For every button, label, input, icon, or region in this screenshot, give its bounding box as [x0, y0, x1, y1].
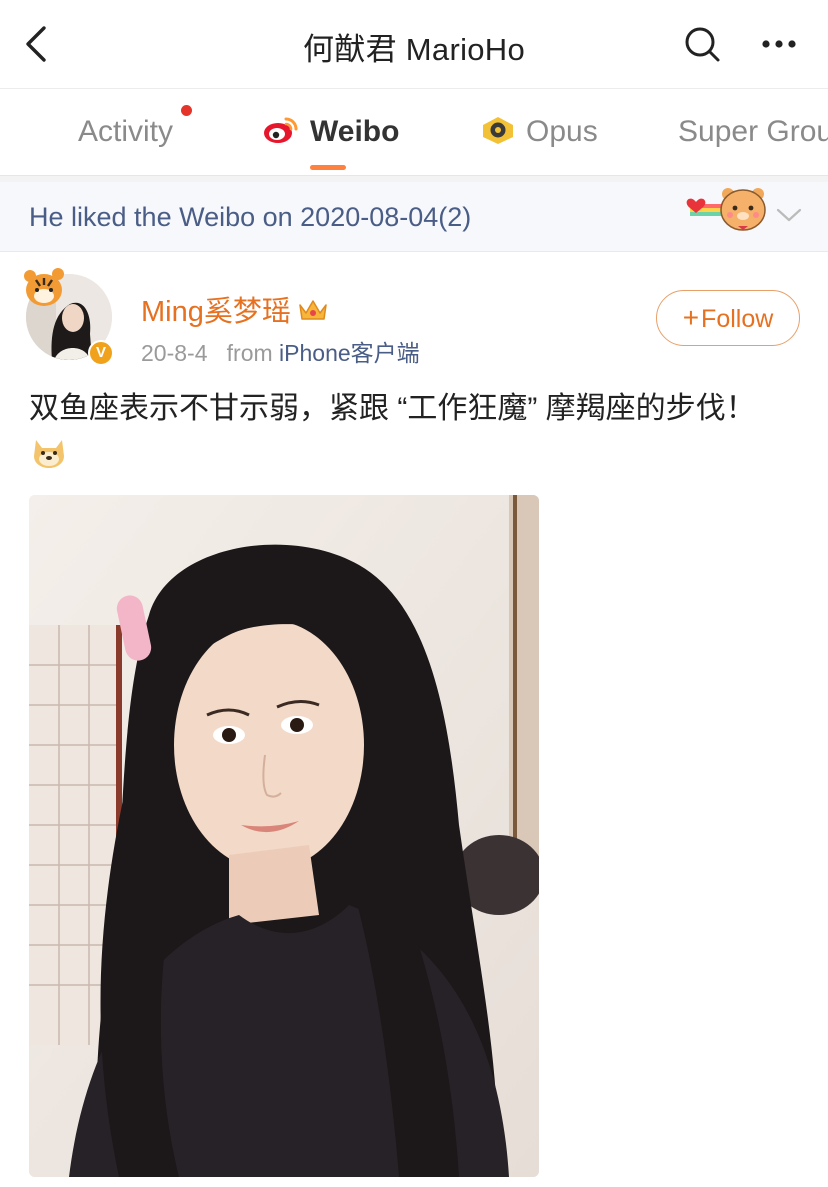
- weibo-logo-icon: [264, 117, 298, 144]
- chevron-down-icon[interactable]: [774, 204, 804, 226]
- search-icon: [685, 27, 720, 62]
- crown-icon: [299, 300, 327, 321]
- post-date: 20-8-4: [141, 340, 208, 366]
- tab-weibo-label: Weibo: [310, 115, 400, 148]
- search-button[interactable]: [680, 22, 724, 66]
- author-name[interactable]: Ming奚梦瑶: [141, 288, 329, 330]
- active-tab-indicator: [310, 165, 346, 170]
- verified-badge: V: [88, 340, 114, 366]
- opus-icon: [483, 117, 513, 145]
- tab-weibo[interactable]: Weibo: [262, 115, 399, 149]
- tab-activity-label: Activity: [78, 115, 174, 148]
- top-bar: 何猷君 MarioHo: [0, 0, 828, 88]
- tab-activity[interactable]: Activity: [78, 115, 173, 149]
- post-text: 双鱼座表示不甘示弱，紧跟 “工作狂魔” 摩羯座的步伐！: [29, 392, 756, 425]
- more-button[interactable]: [756, 22, 804, 66]
- plus-icon: +: [682, 302, 700, 333]
- tiger-frame-icon: [24, 268, 64, 306]
- doge-emoji-icon: [34, 440, 64, 468]
- author-name-text: Ming奚梦瑶: [141, 296, 291, 328]
- tab-super-group[interactable]: Super Grou: [678, 115, 828, 149]
- follow-button[interactable]: +Follow: [656, 290, 800, 346]
- post-source[interactable]: iPhone客户端: [279, 340, 420, 366]
- post-meta: 20-8-4 from iPhone客户端: [141, 334, 420, 368]
- tab-super-group-label: Super Grou: [678, 115, 828, 148]
- bear-sticker-icon: [686, 188, 766, 231]
- post-from-label: from: [226, 340, 273, 366]
- tab-bar: Activity Weibo Opus Super Grou: [0, 88, 828, 176]
- notification-dot: [181, 105, 192, 116]
- liked-banner-text: He liked the Weibo on 2020-08-04(2): [29, 202, 472, 232]
- author-avatar[interactable]: V: [22, 268, 114, 366]
- liked-banner[interactable]: He liked the Weibo on 2020-08-04(2): [0, 182, 828, 252]
- follow-button-label: Follow: [701, 305, 774, 333]
- more-dots-icon: [762, 40, 796, 48]
- tab-opus-label: Opus: [526, 115, 598, 148]
- tab-opus[interactable]: Opus: [480, 115, 598, 149]
- photo-image: [29, 495, 539, 1177]
- post-image[interactable]: [29, 495, 539, 1177]
